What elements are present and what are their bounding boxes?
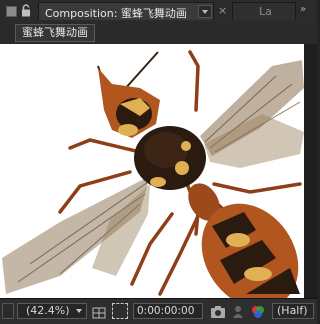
tab-composition-label: Composition: 蜜蜂飞舞动画 bbox=[45, 7, 187, 20]
tab-overflow-icon[interactable]: » bbox=[300, 4, 306, 15]
panel-tab-bar: Composition: 蜜蜂飞舞动画 × La » bbox=[0, 0, 317, 23]
viewer-footer: (42.4%) 0:00:00:00 (Half) bbox=[0, 298, 317, 324]
zoom-dropdown[interactable]: (42.4%) bbox=[17, 303, 87, 319]
zoom-value: (42.4%) bbox=[26, 304, 70, 317]
lock-icon[interactable] bbox=[21, 4, 31, 17]
transparency-grid-icon[interactable] bbox=[112, 303, 128, 319]
resolution-value: (Half) bbox=[277, 304, 308, 317]
wasp-image bbox=[0, 44, 304, 298]
camera-snapshot-icon[interactable] bbox=[210, 304, 226, 320]
tab-layer-label: La bbox=[259, 5, 272, 18]
composition-navigator-bar: 蜜蜂飞舞动画 bbox=[0, 22, 317, 44]
panel-menu-icon[interactable] bbox=[6, 6, 17, 17]
composition-breadcrumb[interactable]: 蜜蜂飞舞动画 bbox=[15, 24, 95, 42]
grid-overlay-icon[interactable] bbox=[92, 305, 106, 321]
show-snapshot-icon[interactable] bbox=[232, 304, 244, 320]
composition-dropdown-button[interactable] bbox=[198, 5, 212, 18]
tab-composition[interactable]: Composition: 蜜蜂飞舞动画 bbox=[38, 2, 214, 20]
color-channels-icon[interactable] bbox=[250, 304, 266, 320]
composition-viewer[interactable] bbox=[0, 44, 317, 298]
tab-layer[interactable]: La bbox=[232, 2, 296, 20]
resolution-dropdown[interactable]: (Half) bbox=[272, 303, 314, 319]
close-tab-icon[interactable]: × bbox=[218, 4, 227, 17]
current-time-field[interactable]: 0:00:00:00 bbox=[133, 303, 203, 319]
timecode-value: 0:00:00:00 bbox=[137, 305, 195, 317]
always-preview-icon[interactable] bbox=[2, 303, 14, 319]
